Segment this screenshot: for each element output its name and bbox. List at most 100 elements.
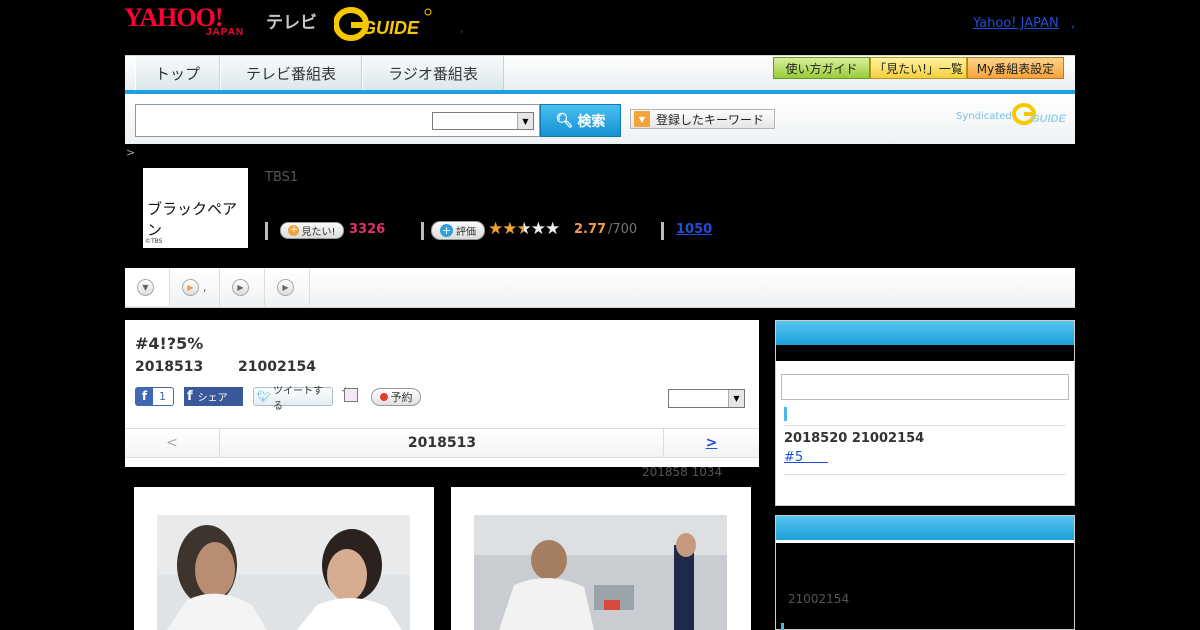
photo-card[interactable]	[134, 487, 434, 630]
reserve-button[interactable]: 予約	[371, 388, 421, 406]
sidebar-box: 21002154	[775, 515, 1075, 630]
plus-icon: +	[288, 225, 300, 236]
search-category-select[interactable]: ▼	[432, 112, 534, 130]
tab-tv-listings[interactable]: テレビ番組表	[220, 56, 362, 90]
play-icon: ▶	[182, 278, 199, 296]
chevron-down-icon: ▼	[728, 390, 744, 407]
next-broadcast-date: 2018520 21002154	[784, 431, 925, 446]
want-list-button[interactable]: 「見たい!」一覧	[870, 57, 967, 79]
subtab-label: ,	[203, 280, 207, 294]
rating-stars: ★★★★★	[488, 219, 560, 239]
episode-panel: #4!?5% 2018513 21002154 f 1 f シェア 🐦︎ ツイー…	[125, 320, 759, 467]
review-count-link[interactable]: 1050	[676, 222, 712, 237]
section-marker	[781, 623, 784, 630]
header-dot: ,	[1071, 16, 1075, 30]
program-logo-title: ブラックペアン	[147, 200, 238, 239]
tab-top[interactable]: トップ	[135, 56, 220, 90]
search-icon: 🔍︎	[555, 112, 574, 129]
divider	[784, 474, 1066, 475]
search-button-label: 検索	[577, 113, 606, 130]
next-episode-link[interactable]: >	[663, 429, 759, 457]
rating-value: 2.77	[574, 222, 607, 237]
want-to-watch-button[interactable]: + 見たい!	[280, 222, 344, 239]
facebook-like-button[interactable]: f 1	[135, 387, 174, 406]
want-to-watch-count: 3326	[349, 222, 386, 237]
saved-keywords-label: 登録したキーワード	[656, 112, 765, 127]
episode-date: 2018513	[135, 359, 204, 375]
chevron-down-icon: ▼	[634, 111, 650, 127]
section-marker	[784, 407, 787, 421]
current-episode-date: 2018513	[407, 435, 477, 451]
calendar-add-icon[interactable]	[344, 388, 358, 402]
syndicated-label: Syndicated	[956, 111, 1012, 122]
tv-logo-text: テレビ	[266, 13, 317, 33]
subtab-info[interactable]: ▼	[125, 268, 170, 306]
subtab-related[interactable]: ▶	[265, 268, 310, 306]
record-icon	[379, 393, 388, 401]
header-separator: ,	[460, 24, 464, 35]
sidebar-subheader	[776, 345, 1074, 361]
yahoo-japan-link[interactable]: Yahoo! JAPAN	[973, 16, 1059, 31]
my-listings-button[interactable]: My番組表設定	[967, 57, 1064, 79]
saved-keywords-button[interactable]: ▼ 登録したキーワード	[630, 109, 775, 129]
breadcrumb: >	[126, 146, 136, 159]
facebook-like-count: 1	[159, 390, 166, 403]
svg-text:GUIDE: GUIDE	[362, 18, 420, 38]
sidebar-header	[776, 516, 1074, 540]
play-icon: ▶	[232, 278, 249, 296]
star-icon: ★	[530, 219, 546, 239]
thumbnail-credit: ©TBS	[145, 238, 163, 245]
star-icon: ★	[545, 219, 560, 239]
rating-max: /700	[608, 222, 638, 237]
sidebar-broadcast-time: 21002154	[788, 592, 850, 606]
divider	[421, 222, 424, 240]
next-broadcast-box: 2018520 21002154 #5	[775, 320, 1075, 506]
chevron-down-icon: ▼	[137, 278, 154, 296]
play-icon: ▶	[277, 278, 294, 296]
tweet-label: ツイートする	[272, 385, 323, 412]
divider	[784, 425, 1066, 426]
svg-text:GUIDE: GUIDE	[1031, 113, 1067, 125]
episode-pager: < 2018513 >	[125, 428, 759, 458]
star-icon: ★	[502, 219, 517, 239]
subtab-episodes[interactable]: ▶ ,	[170, 268, 220, 306]
episode-photo	[474, 515, 727, 630]
search-button[interactable]: 🔍︎ 検索	[540, 104, 621, 137]
sidebar-header	[776, 321, 1074, 345]
program-thumbnail: ブラックペアン ©TBS	[143, 168, 248, 248]
plus-icon: +	[440, 224, 453, 237]
program-subtabs: ▼ ▶ , ▶ ▶	[125, 268, 1075, 308]
divider	[661, 222, 664, 240]
rate-label: 評価	[456, 227, 476, 238]
facebook-share-button[interactable]: f シェア	[184, 387, 243, 406]
episode-select[interactable]: ▼	[668, 389, 745, 408]
sidebar-input[interactable]	[781, 374, 1069, 400]
facebook-icon: f	[136, 388, 153, 405]
updated-timestamp: 201858 1034	[642, 465, 723, 479]
subtab-reviews[interactable]: ▶	[220, 268, 265, 306]
facebook-share-label: シェア	[197, 393, 228, 404]
gguide-logo[interactable]: GUIDE	[334, 7, 432, 41]
want-to-watch-label: 見たい!	[301, 227, 336, 238]
page: YAHOO! JAPAN テレビ GUIDE , Yahoo! JAPAN , …	[0, 0, 1200, 630]
sidebar-header-underline	[776, 540, 1074, 543]
rate-button[interactable]: + 評価	[431, 221, 485, 240]
chevron-down-icon: ▼	[517, 113, 533, 129]
reserve-label: 予約	[390, 391, 413, 404]
twitter-icon: 🐦︎	[257, 390, 271, 403]
next-episode-link[interactable]: #5	[784, 450, 828, 465]
prev-episode-button[interactable]: <	[125, 429, 220, 457]
star-icon: ★	[488, 219, 503, 239]
facebook-icon: f	[187, 389, 193, 404]
star-half-icon: ★	[516, 219, 532, 239]
episode-time: 21002154	[238, 359, 316, 375]
channel-name: TBS1	[265, 170, 299, 185]
guide-button[interactable]: 使い方ガイド	[773, 57, 870, 79]
photo-card[interactable]	[451, 487, 751, 630]
yahoo-japan-logo-text: JAPAN	[206, 27, 245, 38]
episode-photo	[157, 515, 410, 630]
episode-title: #4!?5%	[135, 334, 204, 353]
divider	[265, 222, 268, 240]
tweet-button[interactable]: 🐦︎ ツイートする	[253, 386, 333, 412]
tab-radio-listings[interactable]: ラジオ番組表	[362, 56, 504, 90]
